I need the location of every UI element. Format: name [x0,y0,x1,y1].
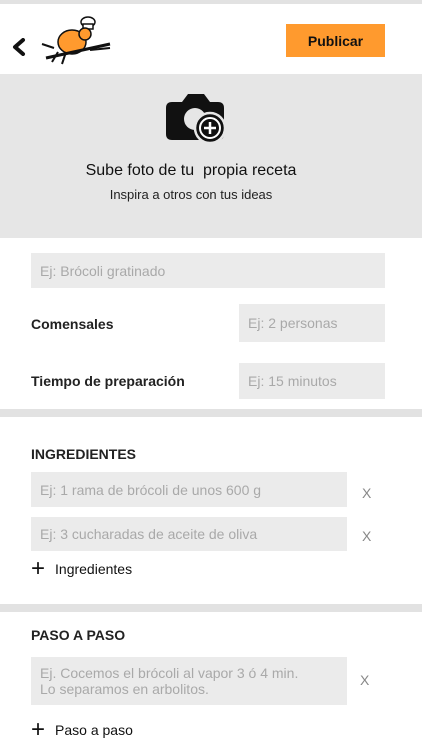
section-divider [0,409,422,417]
plus-icon: + [31,716,46,743]
recipe-name-input[interactable]: Ej: Brócoli gratinado [31,253,385,288]
add-ingredient-label: Ingredientes [55,561,133,577]
ingredient-input[interactable]: Ej: 3 cucharadas de aceite de oliva [31,517,347,551]
remove-ingredient-button[interactable]: X [362,528,371,544]
diners-label: Comensales [31,316,114,332]
add-step-label: Paso a paso [55,722,133,738]
steps-heading: PASO A PASO [31,627,126,643]
section-divider [0,604,422,612]
remove-ingredient-button[interactable]: X [362,485,371,501]
camera-add-icon[interactable] [162,88,228,146]
ingredient-input[interactable]: Ej: 1 rama de brócoli de unos 600 g [31,472,347,507]
diners-input[interactable]: Ej: 2 personas [239,304,385,342]
publish-button[interactable]: Publicar [286,24,385,57]
prep-time-input[interactable]: Ej: 15 minutos [239,363,385,399]
photo-upload-title: Sube foto de tu propia receta [85,162,297,179]
chef-logo [40,14,112,66]
step-placeholder-line: Ej. Cocemos el brócoli al vapor 3 ó 4 mi… [40,665,299,681]
add-ingredient-button[interactable]: + Ingredientes [31,555,133,582]
remove-step-button[interactable]: X [360,672,369,688]
step-input[interactable]: Ej. Cocemos el brócoli al vapor 3 ó 4 mi… [31,657,347,705]
photo-upload-subtitle: Inspira a otros con tus ideas [109,187,273,202]
ingredients-heading: INGREDIENTES [31,446,137,462]
chevron-left-icon [13,38,25,56]
step-placeholder-line: Lo separamos en arbolitos. [40,681,209,697]
back-button[interactable] [12,34,26,60]
prep-time-label: Tiempo de preparación [31,373,185,389]
add-step-button[interactable]: + Paso a paso [31,716,133,743]
plus-icon: + [31,555,46,582]
